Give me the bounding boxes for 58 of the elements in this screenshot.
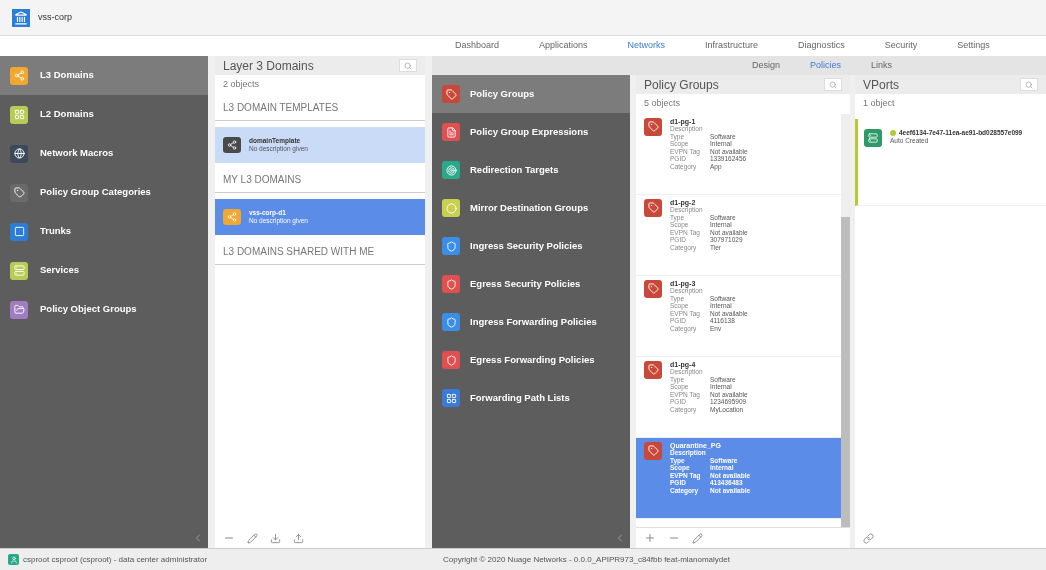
nav-tab[interactable]: Policies [810,58,842,73]
tag-icon [644,441,662,460]
search-button[interactable] [824,78,842,91]
policy-menu-item[interactable]: Policy Groups [432,75,630,113]
nav-tab[interactable]: Security [884,39,918,53]
policy-menu-item[interactable]: Egress Forwarding Policies [432,341,630,379]
nav-tab[interactable]: Infrastructure [705,39,759,53]
nav-tab[interactable]: Links [871,58,893,73]
section-heading: L3 DOMAINS SHARED WITH ME [215,238,425,265]
tag-icon [644,117,662,136]
edit-icon[interactable] [692,532,703,544]
user-info: csproot csproot (csproot) - data center administrator [23,553,209,566]
import-icon[interactable] [270,532,281,544]
panel-title: Layer 3 Domains [223,57,314,75]
sidebar-item[interactable]: Network Macros [0,134,208,173]
sidebar-item[interactable]: Services [0,251,208,290]
edit-icon[interactable] [247,532,258,544]
policy-menu-item[interactable]: Ingress Security Policies [432,227,630,265]
sidebar-item[interactable]: L3 Domains [0,56,208,95]
tag-icon [644,360,662,379]
search-button[interactable] [1020,78,1038,91]
bank-logo-icon [12,8,30,27]
scrollbar[interactable] [841,113,850,527]
policy-menu-item[interactable]: Policy Group Expressions [432,113,630,151]
search-icon[interactable] [404,61,412,70]
panel-title: Policy Groups [644,76,719,94]
nav-tab[interactable]: Applications [539,39,588,53]
object-count: 2 objects [222,78,261,91]
nav-tab[interactable]: Settings [957,39,990,53]
policy-menu-item[interactable]: Mirror Destination Groups [432,189,630,227]
object-count: 5 objects [643,97,682,110]
nav-tab[interactable]: Networks [627,39,666,53]
sidebar-item[interactable]: Policy Object Groups [0,290,208,329]
add-icon[interactable] [644,532,656,544]
nav-tab[interactable]: Diagnostics [798,39,845,53]
vport-icon [864,128,882,147]
tag-icon [644,279,662,298]
sidebar-item[interactable]: L2 Domains [0,95,208,134]
policy-menu-item[interactable]: Redirection Targets [432,151,630,189]
panel-title: VPorts [863,76,899,94]
section-heading: L3 DOMAIN TEMPLATES [215,94,425,121]
policy-menu-item[interactable]: Egress Security Policies [432,265,630,303]
nav-tab[interactable]: Design [752,58,780,73]
search-icon[interactable] [829,80,837,89]
search-button[interactable] [399,59,417,72]
policy-menu-item[interactable]: Ingress Forwarding Policies [432,303,630,341]
copyright-text: Copyright © 2020 Nuage Networks - 0.0.0_APIPR973_c84fbb feat-mlanomalydet [443,553,730,566]
nav-tab[interactable]: Dashboard [455,39,500,53]
tag-icon [644,198,662,217]
policy-menu-item[interactable]: Forwarding Path Lists [432,379,630,417]
export-icon[interactable] [293,532,304,544]
section-heading: MY L3 DOMAINS [215,166,425,193]
org-title: vss-corp [38,10,72,24]
user-icon [8,554,19,565]
sidebar-item[interactable]: Trunks [0,212,208,251]
sidebar-item[interactable]: Policy Group Categories [0,173,208,212]
search-icon[interactable] [1025,80,1033,89]
object-count: 1 object [862,97,896,110]
